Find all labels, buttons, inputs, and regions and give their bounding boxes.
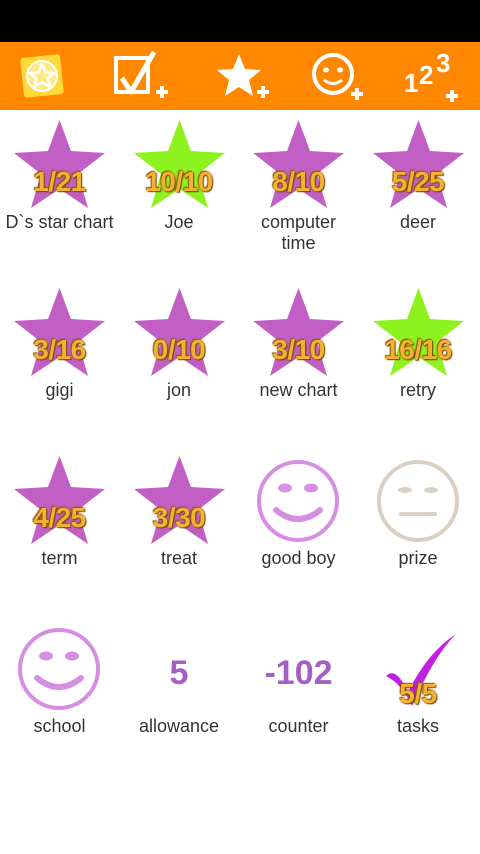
item-label: computer time [260,212,337,253]
counter-value: 5 [169,654,189,692]
progress-count: 1/21 [33,166,86,197]
item-label: Joe [164,212,194,232]
chart-item[interactable]: 5 allowance [120,614,239,782]
item-label: new chart [259,380,338,400]
chart-item[interactable]: 1/21 D`s star chart [0,110,119,278]
progress-count: 5/25 [391,166,445,197]
item-label: D`s star chart [5,212,114,232]
star-badge-icon[interactable] [2,42,82,110]
progress-count: 4/25 [33,502,86,533]
item-label: jon [166,380,192,400]
happy-smiley-icon [257,460,339,542]
progress-count: 0/10 [152,334,206,365]
chart-item[interactable]: school [0,614,119,782]
progress-count: 3/16 [33,334,86,365]
neutral-smiley-icon [376,460,459,542]
svg-text:3: 3 [436,48,450,78]
chart-item[interactable]: 5/25 deer [359,110,478,278]
happy-smiley-icon [18,628,100,710]
item-label: counter [268,716,329,736]
smiley-plus-icon[interactable] [298,42,378,110]
chart-item[interactable]: good boy [239,446,358,614]
chart-item[interactable]: -102 counter [239,614,358,782]
item-label: deer [399,212,437,232]
toolbar: 1 2 3 [0,42,480,110]
item-label: good boy [261,548,336,568]
chart-item[interactable]: 8/10 computer time [239,110,358,278]
chart-item[interactable]: 3/16 gigi [0,278,119,446]
chart-item[interactable]: 0/10 jon [120,278,239,446]
chart-item[interactable]: 3/10 new chart [239,278,358,446]
svg-text:2: 2 [419,60,433,90]
star-plus-icon[interactable] [202,42,282,110]
progress-count: 8/10 [272,166,325,197]
chart-item[interactable]: 4/25 term [0,446,119,614]
item-label: gigi [45,380,74,400]
svg-text:1: 1 [404,68,418,98]
progress-count: 5/5 [399,678,437,709]
chart-item[interactable]: 16/16 retry [359,278,478,446]
progress-count: 16/16 [384,334,452,365]
item-label: allowance [138,716,220,736]
progress-count: 10/10 [145,166,213,197]
item-label: term [41,548,78,568]
progress-count: 3/30 [152,502,206,533]
item-label: tasks [396,716,439,736]
numbers-plus-icon[interactable]: 1 2 3 [394,42,474,110]
status-bar [0,0,480,42]
chart-item[interactable]: 10/10 Joe [120,110,239,278]
checkbox-plus-icon[interactable] [101,42,181,110]
item-label: treat [160,548,198,568]
chart-item[interactable]: 5/5 tasks [359,614,478,782]
item-label: retry [400,380,436,400]
item-label: school [33,716,86,736]
counter-value: -102 [264,654,333,692]
progress-count: 3/10 [272,334,325,365]
item-label: prize [398,548,438,568]
chart-item[interactable]: prize [359,446,478,614]
chart-item[interactable]: 3/30 treat [120,446,239,614]
